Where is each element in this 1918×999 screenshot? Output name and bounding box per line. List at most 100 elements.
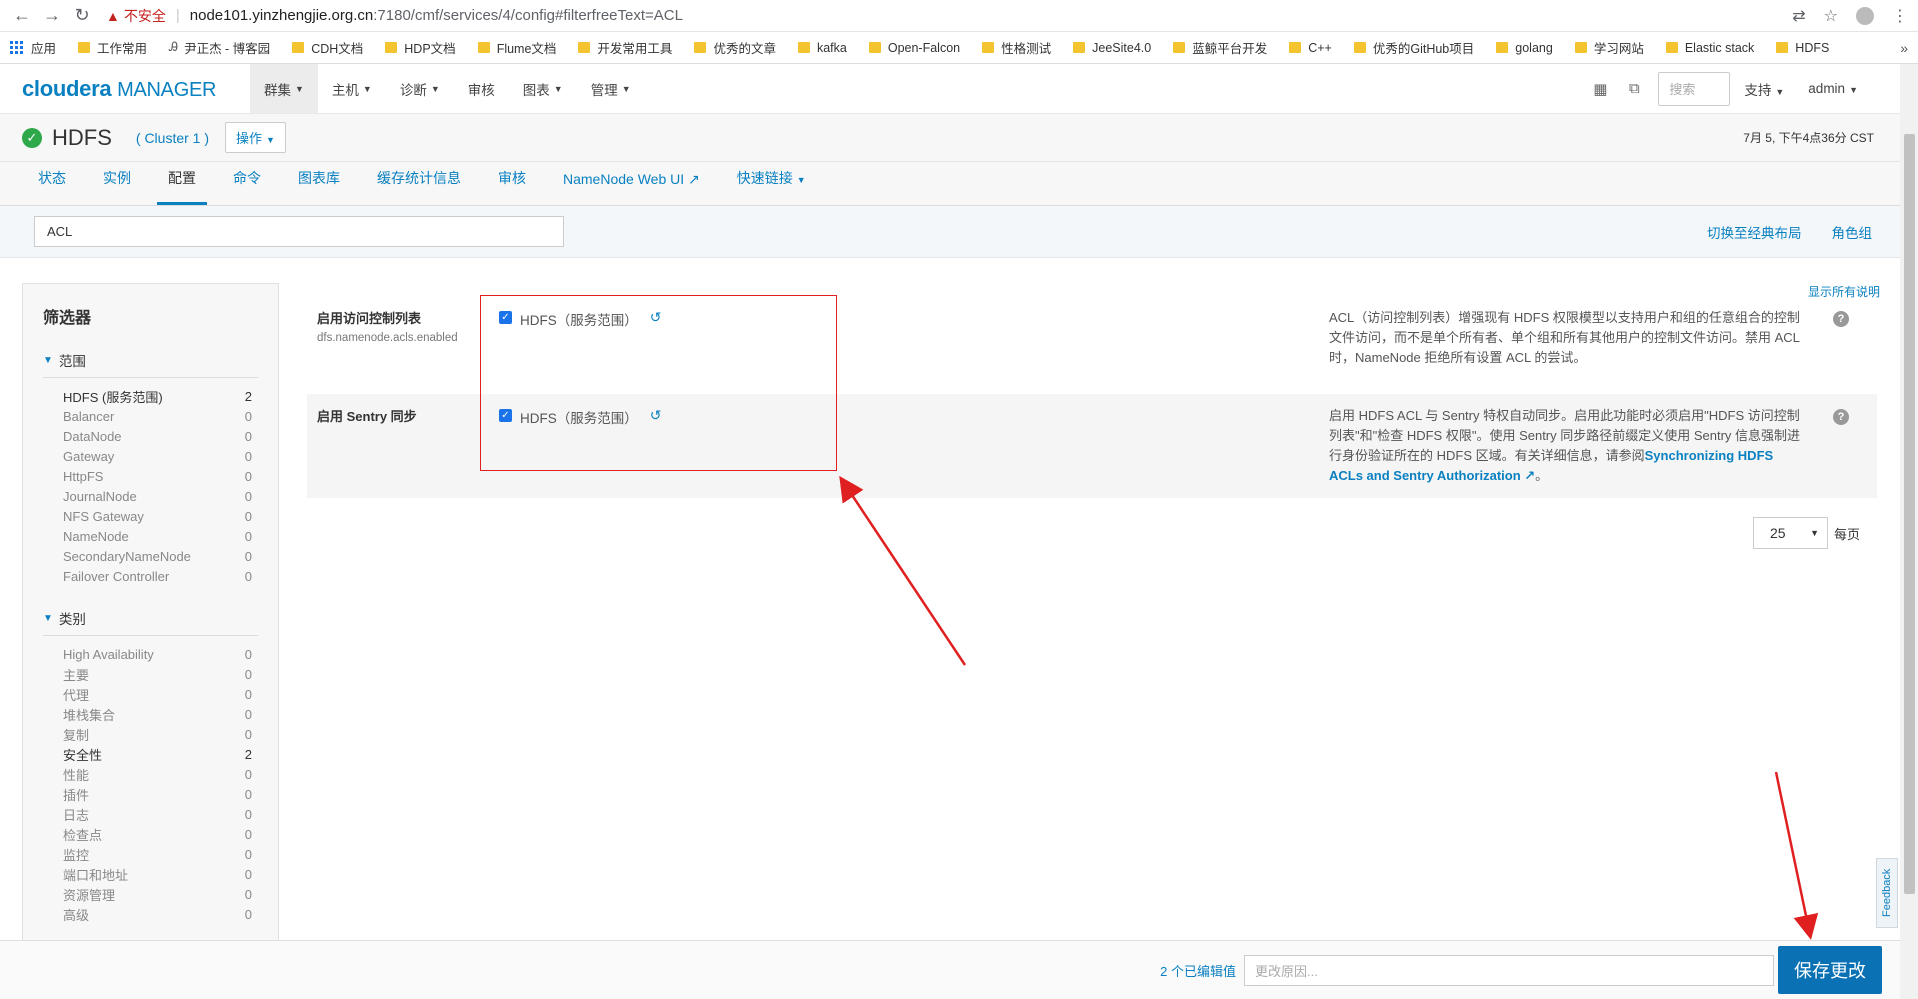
- sidebar-filter-item[interactable]: 安全性 2: [43, 744, 258, 764]
- scroll-thumb[interactable]: [1904, 134, 1915, 894]
- reset-default-icon[interactable]: ↺: [650, 309, 662, 326]
- sidebar-filter-item[interactable]: 高级 0: [43, 904, 258, 924]
- address-bar[interactable]: ▲ 不安全 | node101.yinzhengjie.org.cn :7180…: [100, 3, 1792, 29]
- star-icon[interactable]: ☆: [1824, 6, 1838, 26]
- reload-icon[interactable]: ↻: [70, 4, 94, 28]
- change-reason-input[interactable]: 更改原因...: [1244, 954, 1774, 986]
- nav-audits[interactable]: 审核: [454, 64, 509, 113]
- sidebar-filter-item[interactable]: 监控 0: [43, 844, 258, 864]
- sidebar-filter-item[interactable]: Balancer 0: [43, 406, 258, 426]
- bookmark-item[interactable]: Ꭿ 尹正杰 - 博客园: [169, 38, 270, 57]
- bookmark-item[interactable]: HDP文档: [385, 38, 456, 57]
- tab-namenode-web-ui[interactable]: NameNode Web UI ↗: [552, 171, 711, 205]
- nav-admin[interactable]: 管理 ▼: [577, 64, 645, 113]
- nav-hosts[interactable]: 主机 ▼: [318, 64, 386, 113]
- bookmarks-overflow[interactable]: »: [1900, 40, 1908, 56]
- forward-icon[interactable]: →: [40, 4, 64, 28]
- sidebar-filter-item[interactable]: Failover Controller 0: [43, 566, 258, 586]
- help-icon[interactable]: ?: [1833, 311, 1849, 327]
- page-size-select[interactable]: 25 ▼: [1752, 517, 1828, 549]
- support-menu[interactable]: 支持 ▼: [1744, 79, 1784, 99]
- sentry-sync-checkbox[interactable]: ✓: [499, 409, 512, 422]
- bookmark-apps[interactable]: 应用: [10, 38, 56, 57]
- sidebar-filter-item[interactable]: 日志 0: [43, 804, 258, 824]
- sidebar-filter-item[interactable]: 资源管理 0: [43, 884, 258, 904]
- acls-enabled-checkbox[interactable]: ✓: [499, 311, 512, 324]
- sidebar-filter-item[interactable]: JournalNode 0: [43, 486, 258, 506]
- bookmark-item[interactable]: JeeSite4.0: [1073, 41, 1151, 55]
- tab-commands[interactable]: 命令: [222, 168, 272, 205]
- page-scrollbar[interactable]: [1900, 64, 1918, 999]
- tab-charts-library[interactable]: 图表库: [287, 168, 351, 205]
- config-value: ✓ HDFS（服务范围） ↺: [487, 406, 1329, 486]
- cluster-link[interactable]: ( Cluster 1 ): [136, 130, 209, 146]
- nav-diagnostics[interactable]: 诊断 ▼: [386, 64, 454, 113]
- back-icon[interactable]: ←: [10, 4, 34, 28]
- sidebar-filter-item[interactable]: SecondaryNameNode 0: [43, 546, 258, 566]
- tab-cache-statistics[interactable]: 缓存统计信息: [366, 168, 472, 205]
- bookmark-item[interactable]: 学习网站: [1574, 38, 1644, 57]
- role-groups-link[interactable]: 角色组: [1832, 222, 1873, 242]
- bookmark-item[interactable]: 开发常用工具: [578, 38, 672, 57]
- bookmark-item[interactable]: Elastic stack: [1665, 41, 1754, 55]
- tab-quick-links[interactable]: 快速链接 ▼: [726, 168, 817, 205]
- sidebar-filter-item[interactable]: NFS Gateway 0: [43, 506, 258, 526]
- bookmark-item[interactable]: 性格测试: [982, 38, 1051, 57]
- config-label: 启用 Sentry 同步: [317, 406, 487, 486]
- sidebar-filter-item[interactable]: 检查点 0: [43, 824, 258, 844]
- bookmark-item[interactable]: Flume文档: [477, 38, 556, 57]
- tab-instances[interactable]: 实例: [92, 168, 142, 205]
- bookmark-item[interactable]: 优秀的文章: [694, 38, 776, 57]
- sidebar-filter-item[interactable]: 代理 0: [43, 684, 258, 704]
- tab-audits[interactable]: 审核: [487, 168, 537, 205]
- help-icon[interactable]: ?: [1833, 409, 1849, 425]
- sidebar-filter-item[interactable]: DataNode 0: [43, 426, 258, 446]
- reset-default-icon[interactable]: ↺: [650, 407, 662, 424]
- bookmark-item[interactable]: 工作常用: [78, 38, 147, 57]
- running-commands-icon[interactable]: ⧉: [1624, 80, 1644, 97]
- edited-values-count[interactable]: 2 个已编辑值: [1160, 961, 1236, 980]
- bookmark-item[interactable]: HDFS: [1776, 41, 1829, 55]
- bookmark-item[interactable]: 优秀的GitHub项目: [1353, 38, 1474, 57]
- global-search-input[interactable]: 搜索: [1658, 71, 1731, 106]
- translate-icon[interactable]: ⇄: [1792, 6, 1805, 26]
- sidebar-filter-item[interactable]: HDFS (服务范围) 2: [43, 386, 258, 406]
- actions-button[interactable]: 操作 ▼: [225, 122, 286, 153]
- bookmark-item[interactable]: golang: [1496, 41, 1553, 55]
- scope-group-toggle[interactable]: ▼ 范围: [43, 350, 258, 378]
- bookmark-item[interactable]: CDH文档: [292, 38, 363, 57]
- bookmark-item[interactable]: 蓝鲸平台开发: [1173, 38, 1267, 57]
- nav-clusters[interactable]: 群集 ▼: [250, 64, 318, 113]
- tab-status[interactable]: 状态: [27, 168, 77, 205]
- user-menu[interactable]: admin ▼: [1808, 81, 1858, 96]
- filter-label: 监控: [63, 847, 90, 863]
- cloudera-logo[interactable]: cloudera MANAGER: [0, 76, 250, 102]
- sidebar-filter-item[interactable]: High Availability 0: [43, 644, 258, 664]
- filter-count: 0: [244, 666, 252, 682]
- feedback-tab[interactable]: Feedback: [1876, 858, 1898, 928]
- profile-avatar[interactable]: [1856, 6, 1874, 25]
- config-search-input[interactable]: ACL: [34, 216, 564, 247]
- sidebar-filter-item[interactable]: 复制 0: [43, 724, 258, 744]
- nav-charts[interactable]: 图表 ▼: [509, 64, 577, 113]
- menu-dots-icon[interactable]: ⋮: [1892, 6, 1908, 26]
- tab-configuration[interactable]: 配置: [157, 168, 207, 205]
- bookmark-item[interactable]: kafka: [797, 41, 847, 55]
- blog-icon: Ꭿ: [169, 40, 179, 54]
- sidebar-filter-item[interactable]: 主要 0: [43, 664, 258, 684]
- save-changes-button[interactable]: 保存更改: [1778, 946, 1882, 994]
- parcel-icon[interactable]: ▦: [1590, 80, 1610, 98]
- sidebar-filter-item[interactable]: 性能 0: [43, 764, 258, 784]
- sidebar-filter-item[interactable]: 堆栈集合 0: [43, 704, 258, 724]
- sidebar-filter-item[interactable]: Gateway 0: [43, 446, 258, 466]
- switch-classic-layout-link[interactable]: 切换至经典布局: [1707, 222, 1802, 242]
- sidebar-filter-item[interactable]: 插件 0: [43, 784, 258, 804]
- category-group-toggle[interactable]: ▼ 类别: [43, 608, 258, 636]
- bookmark-item[interactable]: Open-Falcon: [868, 41, 960, 55]
- sidebar-filter-item[interactable]: HttpFS 0: [43, 466, 258, 486]
- sidebar-filter-item[interactable]: NameNode 0: [43, 526, 258, 546]
- apps-grid-icon: [10, 41, 23, 54]
- sidebar-filter-item[interactable]: 端口和地址 0: [43, 864, 258, 884]
- per-page-label: 每页: [1833, 526, 1860, 542]
- bookmark-item[interactable]: C++: [1289, 41, 1332, 55]
